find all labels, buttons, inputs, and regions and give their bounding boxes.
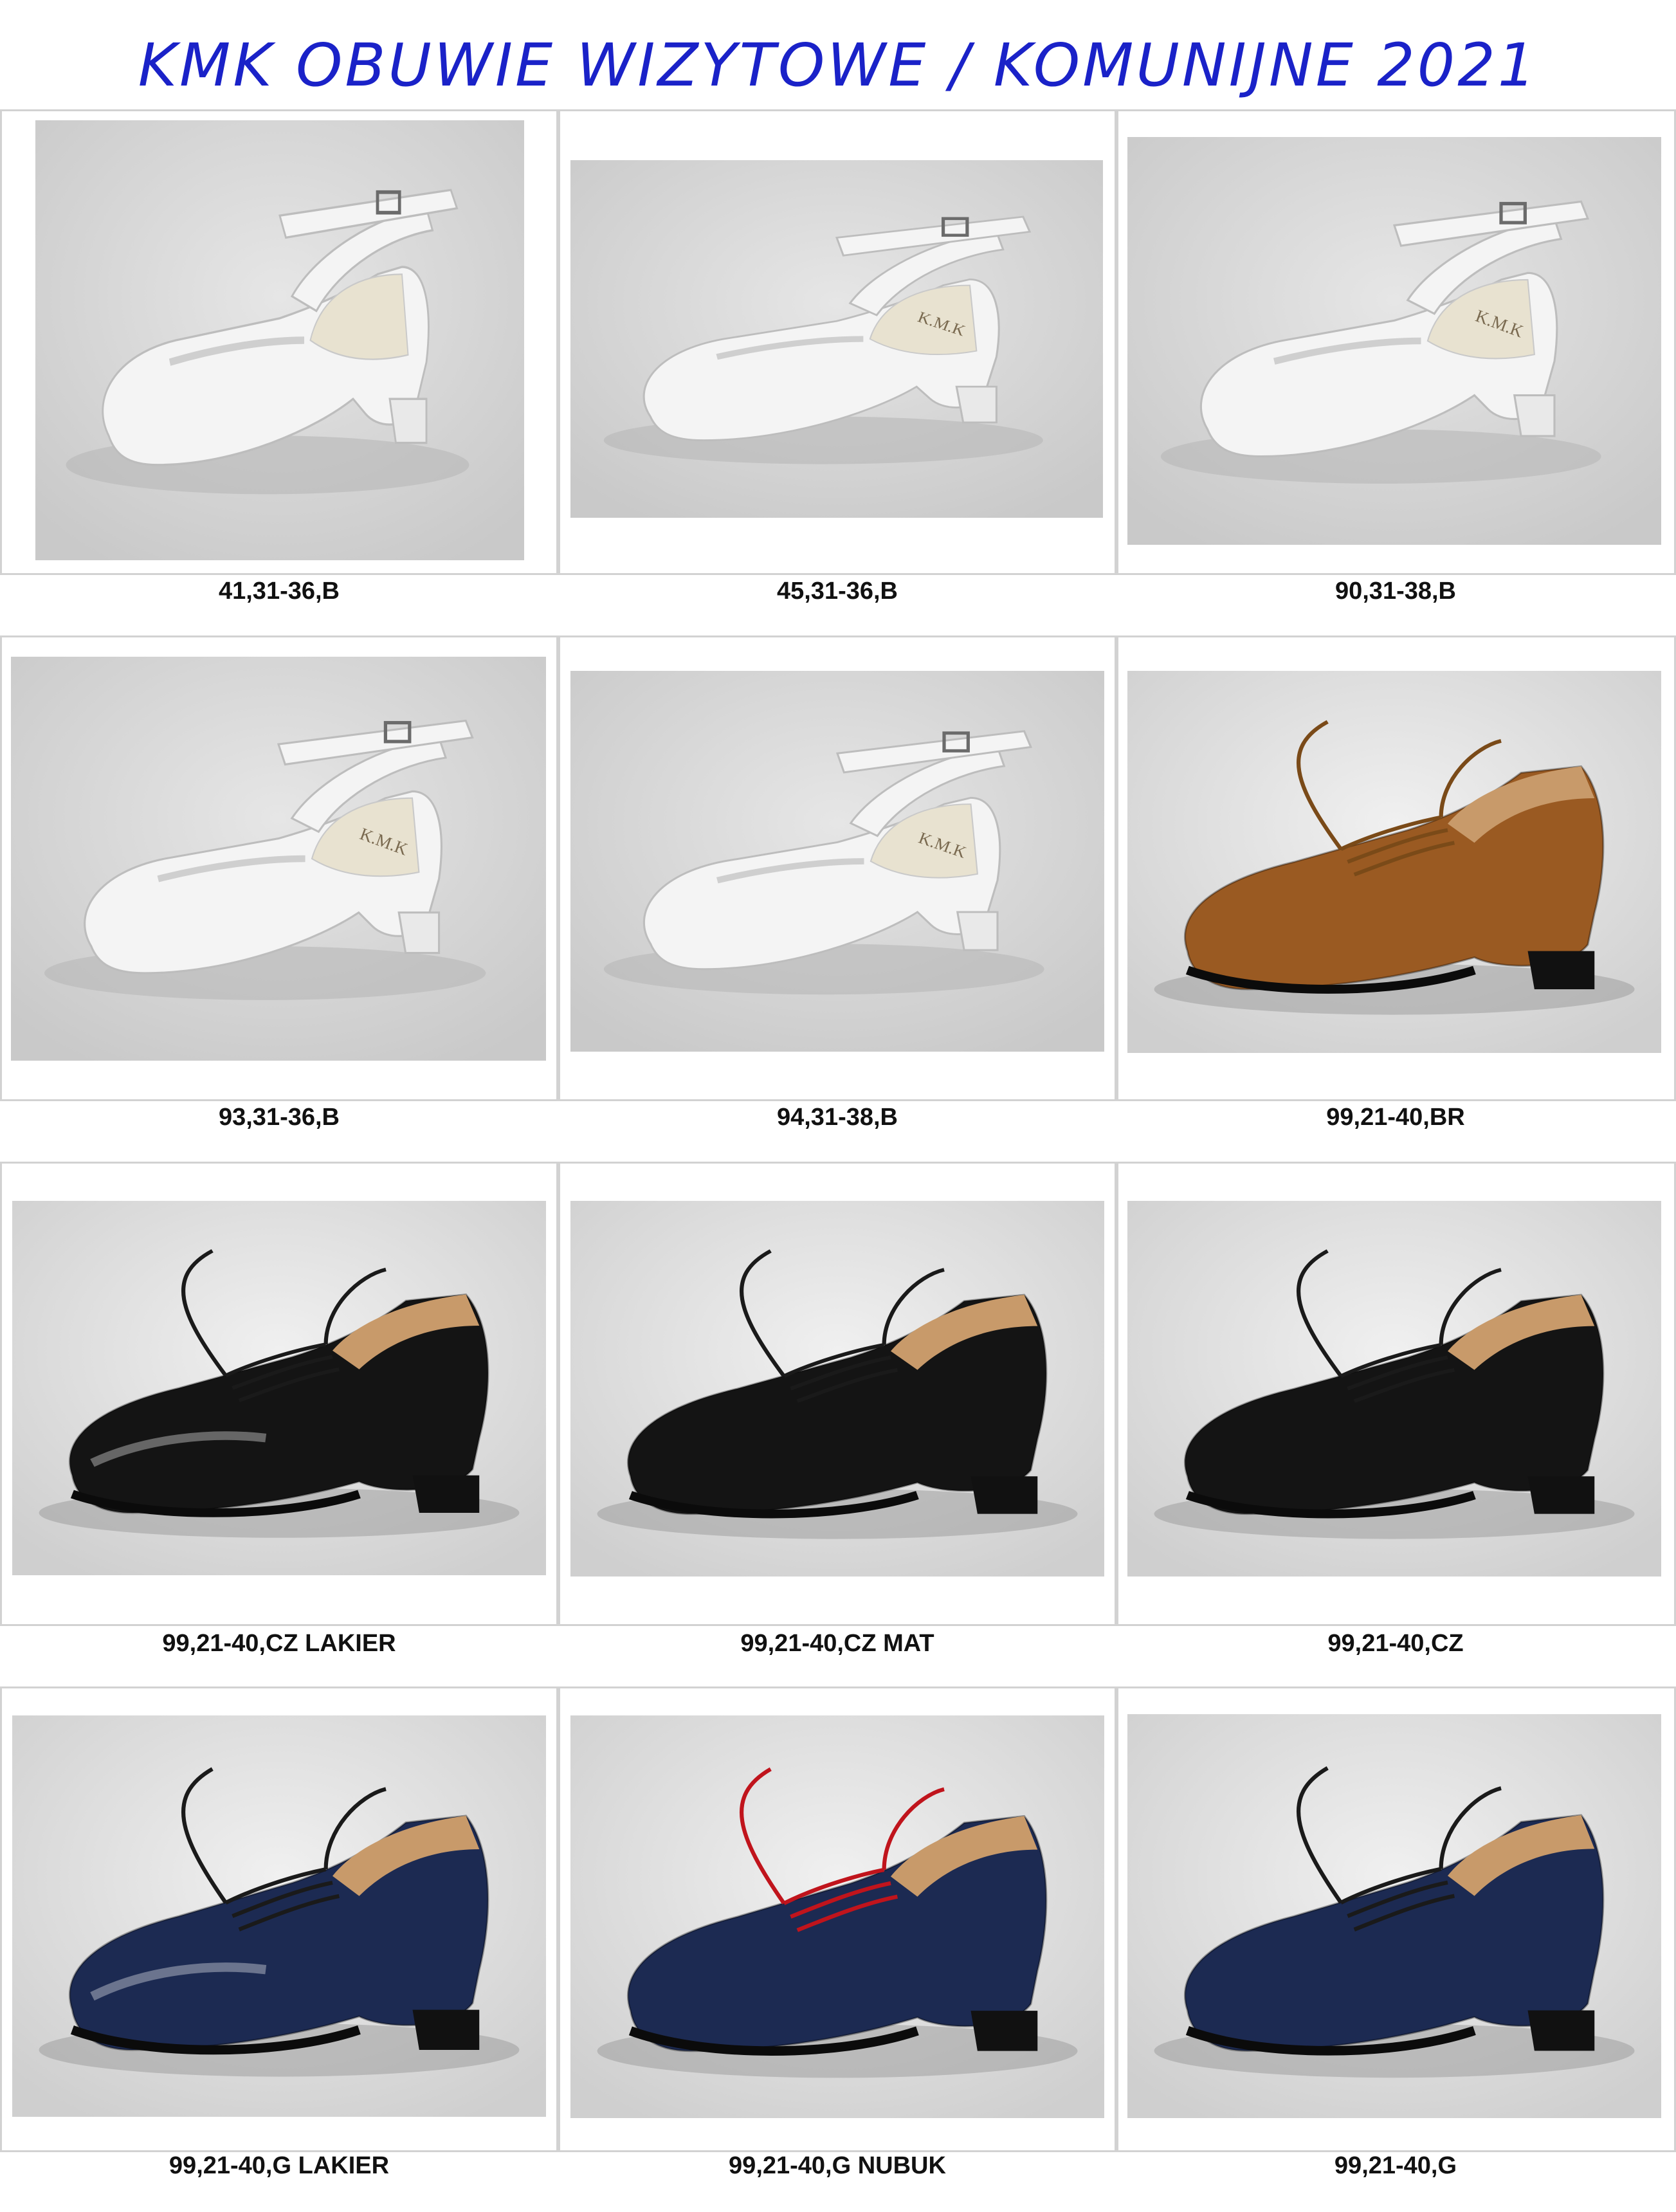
product-photo [35,120,524,560]
product-code: 41,31-36,B [218,578,340,605]
oxford-shoe-illustration [12,1201,546,1575]
product-code: 99,21-40,CZ LAKIER [162,1630,396,1657]
product-photo [12,1715,546,2117]
product-code: 45,31-36,B [776,578,898,605]
product-photo [570,1201,1104,1577]
product-photo [1127,671,1661,1053]
sandal-illustration: K.M.K [1127,137,1661,545]
sandal-illustration: K.M.K [11,657,546,1061]
product-card[interactable]: K.M.K [1116,109,1676,575]
product-card[interactable] [0,109,558,575]
product-photo [570,1715,1104,2118]
sandal-illustration [35,120,524,560]
product-code: 93,31-36,B [218,1104,340,1131]
product-card[interactable] [0,1686,558,2152]
oxford-shoe-illustration [1127,671,1661,1053]
oxford-shoe-illustration [570,1715,1104,2118]
product-code: 99,21-40,BR [1326,1104,1465,1131]
product-code: 99,21-40,CZ [1327,1630,1464,1657]
product-card[interactable]: K.M.K [0,635,558,1101]
sandal-illustration: K.M.K [570,671,1104,1052]
oxford-shoe-illustration [12,1715,546,2117]
product-card[interactable] [1116,1686,1676,2152]
catalog-title: KMK OBUWIE WIZYTOWE / KOMUNIJNE 2021 [138,31,1538,100]
product-card[interactable]: K.M.K [558,109,1116,575]
product-card[interactable] [558,1162,1116,1626]
product-code: 90,31-38,B [1334,578,1456,605]
oxford-shoe-illustration [570,1201,1104,1577]
product-photo: K.M.K [570,160,1103,518]
product-photo [12,1201,546,1575]
product-card[interactable]: K.M.K [558,635,1116,1101]
product-code: 99,21-40,G NUBUK [729,2152,946,2179]
sandal-illustration: K.M.K [570,160,1103,518]
product-code: 99,21-40,G LAKIER [169,2152,390,2179]
oxford-shoe-illustration [1127,1201,1661,1577]
product-card[interactable] [1116,1162,1676,1626]
product-photo [1127,1201,1661,1577]
product-code: 99,21-40,CZ MAT [740,1630,934,1657]
product-card[interactable] [1116,635,1676,1101]
product-photo: K.M.K [11,657,546,1061]
product-photo [1127,1714,1661,2118]
product-code: 94,31-38,B [776,1104,898,1131]
product-card[interactable] [0,1162,558,1626]
product-photo: K.M.K [1127,137,1661,545]
product-card[interactable] [558,1686,1116,2152]
product-photo: K.M.K [570,671,1104,1052]
product-code: 99,21-40,G [1334,2152,1457,2179]
oxford-shoe-illustration [1127,1714,1661,2118]
